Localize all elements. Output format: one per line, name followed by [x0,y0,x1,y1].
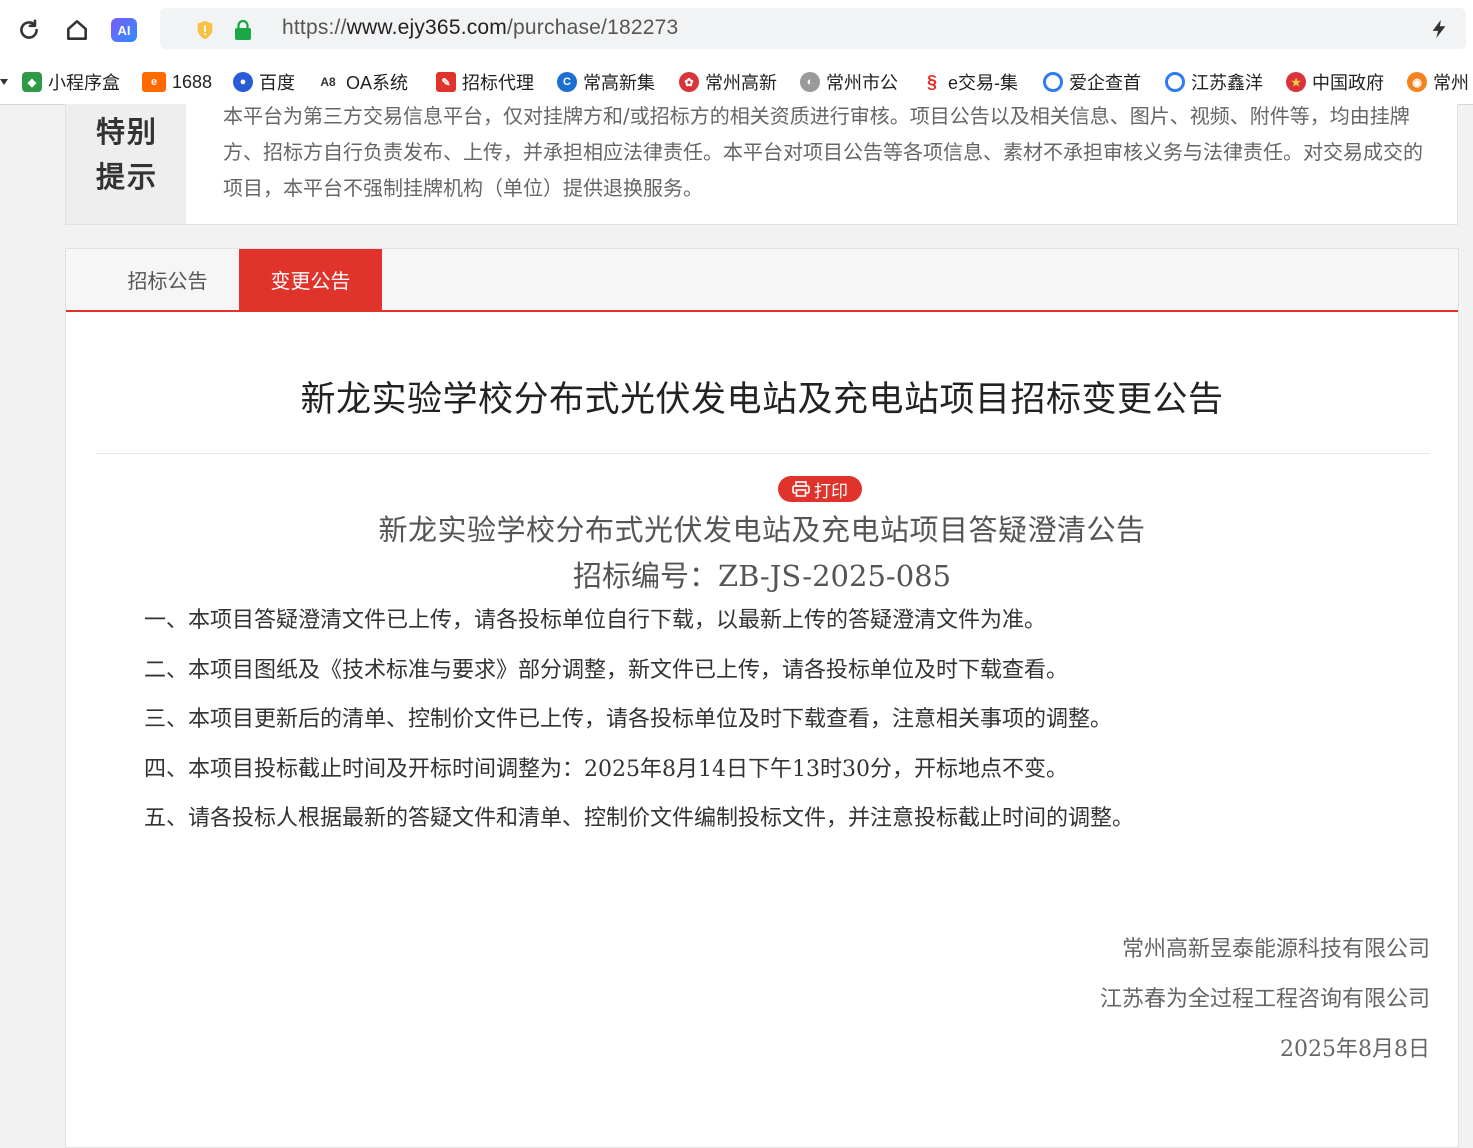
home-icon [67,20,87,40]
e-trade-icon: § [926,71,937,92]
chang-gaoxin-icon: C [557,72,577,92]
bookmark-item[interactable]: A8 OA系统 [316,69,408,95]
bookmark-item[interactable]: 江苏鑫洋 [1165,69,1263,95]
announcement-item: 五、请各投标人根据最新的答疑文件和清单、控制价文件编制投标文件，并注意投标截止时… [144,806,1135,831]
weibo-icon: ◉ [1407,72,1427,92]
page-title: 新龙实验学校分布式光伏发电站及充电站项目招标变更公告 [300,380,1224,420]
printer-icon [792,481,810,497]
announcement-panel: 招标公告 变更公告 新龙实验学校分布式光伏发电站及充电站项目招标变更公告 打印 … [65,248,1459,1148]
bookmark-label: 爱企查首 [1069,73,1141,93]
bid-number: 招标编号：ZB-JS-2025-085 [572,559,952,593]
oa-icon: A8 [320,75,336,89]
bookmark-label: 招标代理 [462,73,534,93]
browser-toolbar: AI https://www.ejy365.com/purchase/18227… [0,0,1473,60]
emblem-icon: ★ [1286,72,1306,92]
reload-button[interactable] [13,14,45,46]
bookmark-item[interactable]: 爱企查首 [1043,69,1141,95]
ai-assistant-button[interactable]: AI [111,18,137,42]
notice-heading: 特别提示 [96,115,159,194]
tab-bid-announcement[interactable]: 招标公告 [96,249,239,310]
bookmark-label: 常高新集 [583,73,655,93]
bookmark-label: OA系统 [346,73,409,93]
bookmark-label: e交易-集 [948,73,1019,93]
tab-bar: 招标公告 变更公告 [66,249,1458,312]
address-bar[interactable]: https://www.ejy365.com/purchase/182273 [160,8,1466,49]
tab-change-announcement[interactable]: 变更公告 [239,249,382,310]
bookmarks-overflow-arrow-icon[interactable] [0,79,8,85]
1688-icon: e [142,72,166,92]
badge-icon: ✿ [679,72,699,92]
special-notice: 特别提示 本平台为第三方交易信息平台，仅对挂牌方和/或招标方的相关资质进行审核。… [65,104,1458,225]
signature-company-1: 常州高新昱泰能源科技有限公司 [1121,937,1430,962]
aiqicha-icon [1165,72,1185,92]
bookmark-item[interactable]: ● 百度 [233,69,295,95]
notice-text: 本平台为第三方交易信息平台，仅对挂牌方和/或招标方的相关资质进行审核。项目公告以… [223,104,1423,200]
bookmark-label: 江苏鑫洋 [1191,73,1263,93]
signature-company-2: 江苏春为全过程工程咨询有限公司 [1099,987,1430,1012]
bookmark-item[interactable]: § e交易-集 [922,69,1020,95]
url-path: /purchase/182273 [507,16,679,39]
shield-icon: ◆ [22,72,42,92]
baidu-paw-icon: ● [233,72,253,92]
lightning-icon[interactable] [1428,17,1450,41]
pdf-icon: ✎ [436,72,456,92]
bookmark-item[interactable]: ★ 中国政府 [1286,69,1384,95]
globe-icon: ◐ [800,72,820,92]
bookmark-label: 常州市公 [826,73,898,93]
announcement-item: 三、本项目更新后的清单、控制价文件已上传，请各投标单位及时下载查看，注意相关事项… [144,707,1113,732]
bookmark-item[interactable]: e 1688 [142,69,212,95]
bookmark-item[interactable]: ✿ 常州高新 [679,69,777,95]
url-text[interactable]: https://www.ejy365.com/purchase/182273 [282,16,678,40]
bookmark-label: 百度 [259,73,295,93]
bookmark-item[interactable]: ◉ 常州 [1407,69,1473,95]
aiqicha-icon [1043,72,1063,92]
announcement-items: 一、本项目答疑澄清文件已上传，请各投标单位自行下载，以最新上传的答疑澄清文件为准… [144,601,1404,849]
bookmark-label: 小程序盒 [48,73,120,93]
bookmark-label: 常州高新 [705,73,777,93]
url-prefix: https:// [282,16,347,39]
bookmark-item[interactable]: ✎ 招标代理 [436,69,534,95]
signature-date: 2025年8月8日 [1280,1037,1430,1062]
lock-icon[interactable] [234,20,252,40]
bookmark-label: 常州 [1433,73,1469,93]
print-button[interactable]: 打印 [778,476,862,502]
announcement-item: 四、本项目投标截止时间及开标时间调整为：2025年8月14日下午13时30分，开… [144,756,1068,782]
print-label: 打印 [814,481,848,502]
announcement-item: 二、本项目图纸及《技术标准与要求》部分调整，新文件已上传，请各投标单位及时下载查… [144,657,1069,683]
announcement-item: 一、本项目答疑澄清文件已上传，请各投标单位自行下载，以最新上传的答疑澄清文件为准… [144,608,1047,633]
bookmark-item[interactable]: C 常高新集 [557,69,655,95]
bookmark-item[interactable]: ◐ 常州市公 [800,69,898,95]
bookmark-item[interactable]: ◆ 小程序盒 [22,69,120,95]
notice-heading-panel: 特别提示 [66,104,186,224]
title-divider [96,453,1430,454]
reload-icon [20,19,38,39]
bookmark-label: 中国政府 [1312,73,1384,93]
url-domain: www.ejy365.com [346,16,508,39]
home-button[interactable] [61,14,93,46]
warning-shield-icon[interactable] [194,19,216,41]
document-title: 新龙实验学校分布式光伏发电站及充电站项目答疑澄清公告 [378,513,1146,547]
bookmark-label: 1688 [172,71,213,92]
